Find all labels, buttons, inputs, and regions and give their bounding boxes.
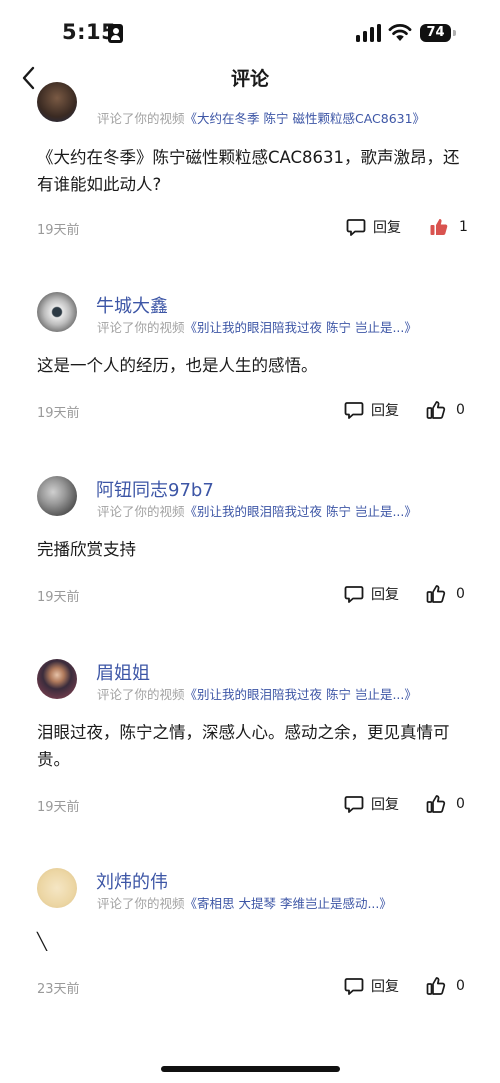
username[interactable]: 刘炜的伟	[96, 868, 168, 894]
thumbs-up-icon	[426, 977, 446, 995]
comment-item: 牛城大鑫 评论了你的视频《别让我的眼泪陪我过夜 陈宁 岂止是...》 这是一个人…	[0, 290, 500, 440]
video-link[interactable]: 《寄相思 大提琴 李维岂止是感动...》	[185, 896, 392, 911]
comment-bubble-icon	[344, 586, 364, 603]
reply-label: 回复	[371, 797, 399, 813]
username[interactable]: 眉姐姐	[96, 659, 150, 685]
thumbs-up-icon	[426, 585, 446, 603]
like-button[interactable]: 0	[426, 974, 465, 998]
video-reference[interactable]: 评论了你的视频《别让我的眼泪陪我过夜 陈宁 岂止是...》	[97, 317, 417, 336]
comment-bubble-icon	[344, 796, 364, 813]
thumbs-up-filled-icon	[430, 219, 448, 235]
like-count: 0	[456, 978, 465, 994]
reply-label: 回复	[371, 587, 399, 603]
avatar[interactable]	[37, 292, 77, 332]
video-link[interactable]: 《别让我的眼泪陪我过夜 陈宁 岂止是...》	[185, 687, 417, 702]
comment-time: 23天前	[37, 982, 80, 997]
comment-time: 19天前	[37, 800, 80, 815]
video-link[interactable]: 《别让我的眼泪陪我过夜 陈宁 岂止是...》	[185, 320, 417, 335]
comment-item: 阿钮同志97b7 评论了你的视频《别让我的眼泪陪我过夜 陈宁 岂止是...》 完…	[0, 474, 500, 624]
comment-time: 19天前	[37, 406, 80, 421]
reply-button[interactable]: 回复	[346, 215, 401, 239]
like-count: 1	[459, 219, 468, 235]
comment-item: 眉姐姐 评论了你的视频《别让我的眼泪陪我过夜 陈宁 岂止是...》 泪眼过夜，陈…	[0, 657, 500, 837]
thumbs-up-icon	[426, 795, 446, 813]
wifi-icon	[388, 24, 412, 41]
reply-button[interactable]: 回复	[344, 974, 399, 998]
person-icon	[108, 24, 123, 43]
comment-bubble-icon	[344, 402, 364, 419]
ref-prefix: 评论了你的视频	[97, 111, 185, 126]
comment-text: 《大约在冬季》陈宁磁性颗粒感CAC8631，歌声激昂，还有谁能如此动人?	[37, 148, 460, 194]
like-button[interactable]: 0	[426, 792, 465, 816]
reply-label: 回复	[371, 979, 399, 995]
avatar[interactable]	[37, 659, 77, 699]
like-button[interactable]: 1	[429, 215, 468, 239]
ref-prefix: 评论了你的视频	[97, 320, 185, 335]
battery-indicator: 74	[420, 24, 456, 42]
reply-label: 回复	[371, 403, 399, 419]
comment-text: 这是一个人的经历，也是人生的感悟。	[37, 356, 318, 375]
like-button[interactable]: 0	[426, 398, 465, 422]
comment-item: 评论了你的视频《大约在冬季 陈宁 磁性颗粒感CAC8631》 《大约在冬季》陈宁…	[0, 82, 500, 266]
comment-text: 完播欣赏支持	[37, 540, 136, 559]
video-reference[interactable]: 评论了你的视频《大约在冬季 陈宁 磁性颗粒感CAC8631》	[97, 108, 425, 127]
nav-bar: 评论	[0, 60, 500, 96]
comment-time: 19天前	[37, 590, 80, 605]
video-reference[interactable]: 评论了你的视频《别让我的眼泪陪我过夜 陈宁 岂止是...》	[97, 684, 417, 703]
comment-bubble-icon	[346, 219, 366, 236]
reply-label: 回复	[373, 220, 401, 236]
avatar[interactable]	[37, 476, 77, 516]
ref-prefix: 评论了你的视频	[97, 504, 185, 519]
comment-text: ╲	[37, 932, 47, 951]
avatar[interactable]	[37, 868, 77, 908]
home-indicator[interactable]	[161, 1066, 340, 1072]
comment-text: 泪眼过夜，陈宁之情，深感人心。感动之余，更见真情可贵。	[37, 723, 450, 769]
username[interactable]: 牛城大鑫	[96, 292, 168, 318]
comment-time: 19天前	[37, 223, 80, 238]
reply-button[interactable]: 回复	[344, 792, 399, 816]
like-button[interactable]: 0	[426, 582, 465, 606]
like-count: 0	[456, 796, 465, 812]
comment-bubble-icon	[344, 978, 364, 995]
reply-button[interactable]: 回复	[344, 582, 399, 606]
like-count: 0	[456, 402, 465, 418]
page-title: 评论	[230, 68, 269, 90]
like-count: 0	[456, 586, 465, 602]
reply-button[interactable]: 回复	[344, 398, 399, 422]
ref-prefix: 评论了你的视频	[97, 896, 185, 911]
video-reference[interactable]: 评论了你的视频《别让我的眼泪陪我过夜 陈宁 岂止是...》	[97, 501, 417, 520]
video-link[interactable]: 《别让我的眼泪陪我过夜 陈宁 岂止是...》	[185, 504, 417, 519]
username[interactable]: 阿钮同志97b7	[96, 476, 214, 502]
video-reference[interactable]: 评论了你的视频《寄相思 大提琴 李维岂止是感动...》	[97, 893, 392, 912]
video-link[interactable]: 《大约在冬季 陈宁 磁性颗粒感CAC8631》	[185, 111, 426, 126]
status-bar: 5:15 74	[0, 0, 500, 60]
comment-item: 刘炜的伟 评论了你的视频《寄相思 大提琴 李维岂止是感动...》 ╲ 23天前 …	[0, 866, 500, 1016]
ref-prefix: 评论了你的视频	[97, 687, 185, 702]
thumbs-up-icon	[426, 401, 446, 419]
avatar[interactable]	[37, 82, 77, 122]
cellular-signal-icon	[356, 24, 382, 42]
